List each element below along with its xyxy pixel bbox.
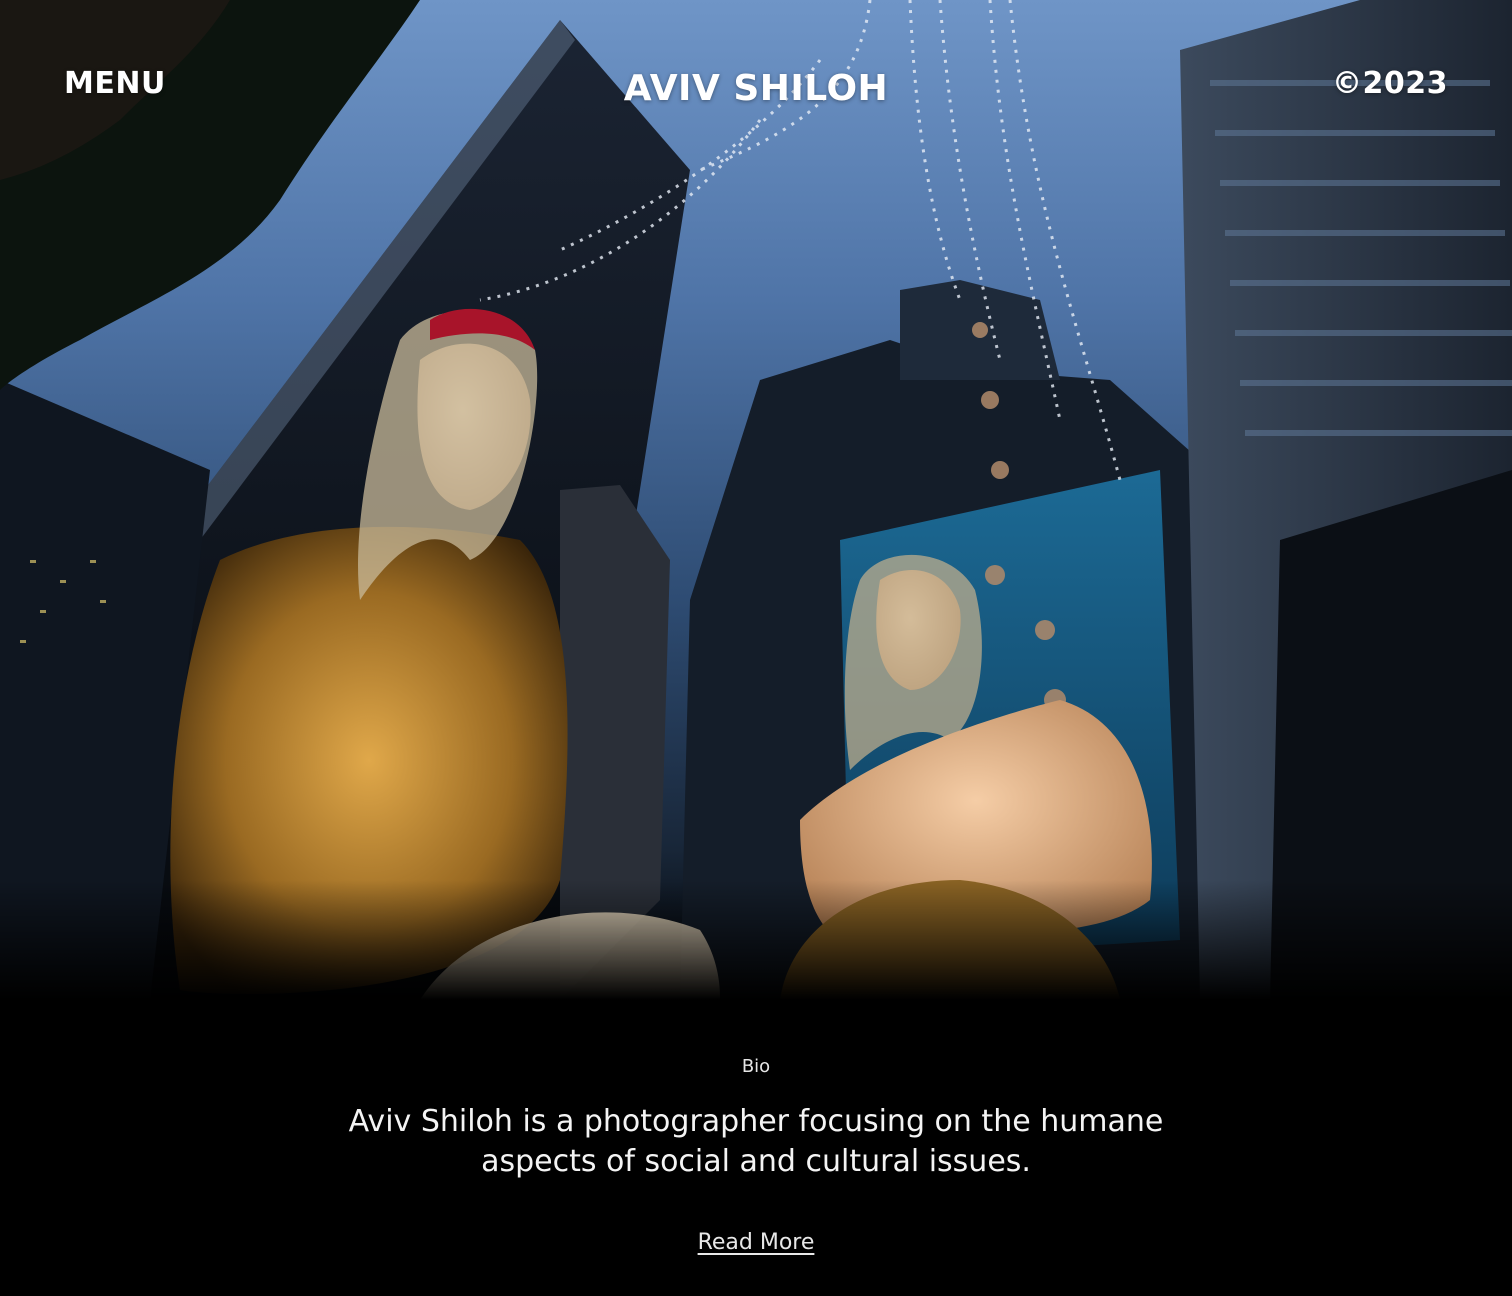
hero-photo-illustration bbox=[0, 0, 1512, 1000]
site-title[interactable]: AVIV SHILOH bbox=[0, 68, 1512, 109]
bio-label: Bio bbox=[741, 1056, 771, 1077]
hero-photo bbox=[0, 0, 1512, 1000]
bio-text: Aviv Shiloh is a photographer focusing o… bbox=[348, 1104, 1164, 1179]
hero-bottom-fade bbox=[0, 880, 1512, 1000]
bio-section: Bio Aviv Shiloh is a photographer focusi… bbox=[0, 1000, 1512, 1296]
copyright-year: ©2023 bbox=[1332, 66, 1448, 101]
read-more-link[interactable]: Read More bbox=[0, 1230, 1512, 1255]
